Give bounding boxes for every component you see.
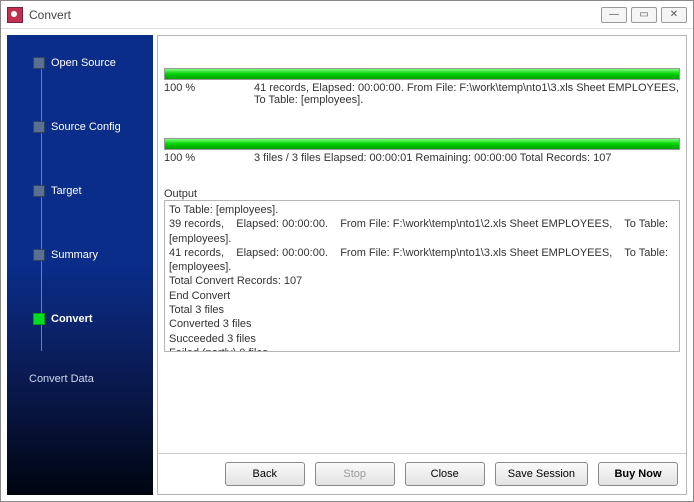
- sidebar-item-label: Convert: [51, 313, 93, 325]
- main-panel: 安下载 anxz.com 100 % 41 records, Elapsed: …: [157, 35, 687, 495]
- window-controls: — ▭ ✕: [601, 7, 687, 23]
- progress-block-2: 100 % 3 files / 3 files Elapsed: 00:00:0…: [164, 138, 680, 170]
- minimize-button[interactable]: —: [601, 7, 627, 23]
- buy-now-button[interactable]: Buy Now: [598, 462, 678, 486]
- progress-percent-2: 100 %: [164, 152, 254, 164]
- sidebar-footer: Convert Data: [7, 373, 153, 385]
- progress-bar-2: [164, 138, 680, 150]
- sidebar-item-convert[interactable]: Convert: [7, 309, 153, 329]
- progress-text-2: 100 % 3 files / 3 files Elapsed: 00:00:0…: [164, 150, 680, 170]
- step-icon: [33, 249, 45, 261]
- titlebar: Convert — ▭ ✕: [1, 1, 693, 29]
- body-area: Open Source Source Config Target Summary…: [1, 29, 693, 501]
- close-window-button[interactable]: ✕: [661, 7, 687, 23]
- sidebar-item-label: Target: [51, 185, 82, 197]
- sidebar-item-label: Open Source: [51, 57, 116, 69]
- sidebar-item-label: Summary: [51, 249, 98, 261]
- step-icon: [33, 313, 45, 325]
- tree-connector: [41, 61, 42, 351]
- button-bar: Back Stop Close Save Session Buy Now: [158, 453, 686, 494]
- maximize-button[interactable]: ▭: [631, 7, 657, 23]
- output-textarea[interactable]: To Table: [employees]. 39 records, Elaps…: [164, 200, 680, 352]
- step-icon: [33, 57, 45, 69]
- output-label: Output: [164, 188, 680, 200]
- progress-detail-2: 3 files / 3 files Elapsed: 00:00:01 Rema…: [254, 152, 680, 164]
- back-button[interactable]: Back: [225, 462, 305, 486]
- sidebar: Open Source Source Config Target Summary…: [7, 35, 153, 495]
- progress-percent-1: 100 %: [164, 82, 254, 106]
- step-icon: [33, 121, 45, 133]
- step-icon: [33, 185, 45, 197]
- progress-block-1: 100 % 41 records, Elapsed: 00:00:00. Fro…: [164, 68, 680, 112]
- sidebar-item-summary[interactable]: Summary: [7, 245, 153, 265]
- sidebar-item-open-source[interactable]: Open Source: [7, 53, 153, 73]
- app-icon: [7, 7, 23, 23]
- progress-text-1: 100 % 41 records, Elapsed: 00:00:00. Fro…: [164, 80, 680, 112]
- sidebar-item-label: Source Config: [51, 121, 121, 133]
- progress-bar-1: [164, 68, 680, 80]
- stop-button[interactable]: Stop: [315, 462, 395, 486]
- sidebar-item-target[interactable]: Target: [7, 181, 153, 201]
- close-button[interactable]: Close: [405, 462, 485, 486]
- progress-detail-1: 41 records, Elapsed: 00:00:00. From File…: [254, 82, 680, 106]
- save-session-button[interactable]: Save Session: [495, 462, 588, 486]
- window-title: Convert: [29, 8, 601, 22]
- sidebar-item-source-config[interactable]: Source Config: [7, 117, 153, 137]
- content-area: 安下载 anxz.com 100 % 41 records, Elapsed: …: [158, 36, 686, 453]
- app-window: Convert — ▭ ✕ Open Source Source Config …: [0, 0, 694, 502]
